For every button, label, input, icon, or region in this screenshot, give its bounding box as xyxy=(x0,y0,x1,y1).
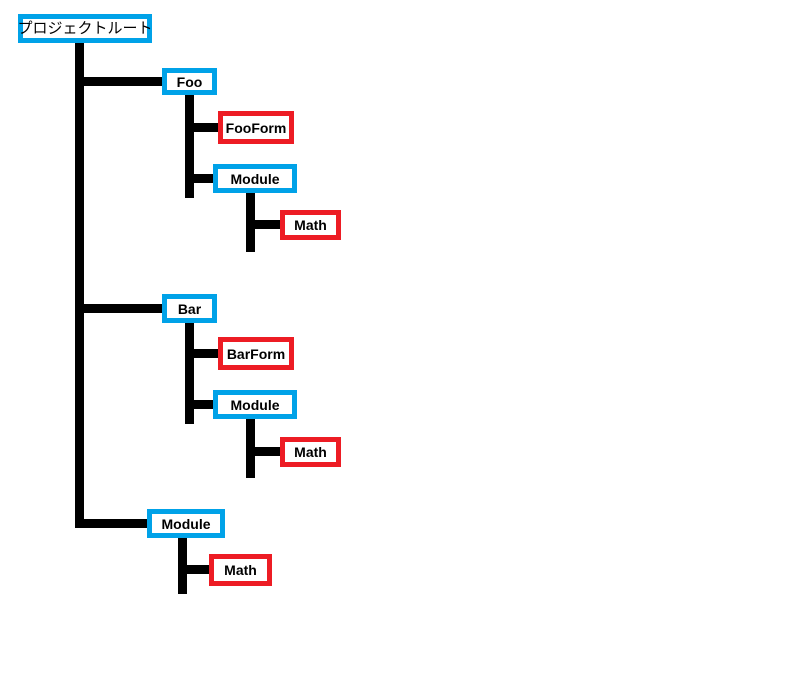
tree-node-bar-module[interactable]: Module xyxy=(213,390,297,419)
tree-node-label: FooForm xyxy=(225,119,287,136)
tree-edge-bar-module-to-math xyxy=(246,447,283,456)
tree-node-root-module[interactable]: Module xyxy=(147,509,225,538)
tree-node-foo[interactable]: Foo xyxy=(162,68,217,95)
tree-edge-foo-to-module xyxy=(185,174,216,183)
tree-diagram-canvas: プロジェクトルート Foo FooForm Module Math Bar BarForm M… xyxy=(0,0,786,676)
tree-node-label: Module xyxy=(161,515,211,532)
tree-edge-foo-module-to-math xyxy=(246,220,283,229)
tree-node-foo-module[interactable]: Module xyxy=(213,164,297,193)
tree-edge-trunk-to-foo xyxy=(75,77,165,86)
tree-node-bar-barform[interactable]: BarForm xyxy=(218,337,294,370)
tree-edge-trunk-to-bar xyxy=(75,304,165,313)
tree-node-label: Bar xyxy=(177,300,202,317)
tree-node-bar[interactable]: Bar xyxy=(162,294,217,323)
tree-node-foo-module-math[interactable]: Math xyxy=(280,210,341,240)
tree-node-label: Math xyxy=(294,217,327,233)
tree-edge-foo-to-fooform xyxy=(185,123,221,132)
tree-edge-bar-to-barform xyxy=(185,349,221,358)
tree-node-label: Module xyxy=(230,170,280,187)
tree-edge-root-module-to-math xyxy=(178,565,213,574)
tree-node-label: Module xyxy=(230,396,280,413)
tree-node-label: BarForm xyxy=(226,345,286,362)
tree-node-bar-module-math[interactable]: Math xyxy=(280,437,341,467)
tree-node-label: Math xyxy=(224,562,257,578)
tree-node-foo-fooform[interactable]: FooForm xyxy=(218,111,294,144)
tree-edge-trunk-root xyxy=(75,43,84,528)
tree-node-root[interactable]: プロジェクトルート xyxy=(17,14,153,43)
tree-edge-trunk-to-root-module xyxy=(75,519,150,528)
tree-node-label: プロジェクトルート xyxy=(17,20,153,37)
tree-edge-bar-to-module xyxy=(185,400,216,409)
tree-node-label: Math xyxy=(294,444,327,460)
tree-node-label: Foo xyxy=(176,73,203,90)
tree-node-root-module-math[interactable]: Math xyxy=(209,554,272,586)
